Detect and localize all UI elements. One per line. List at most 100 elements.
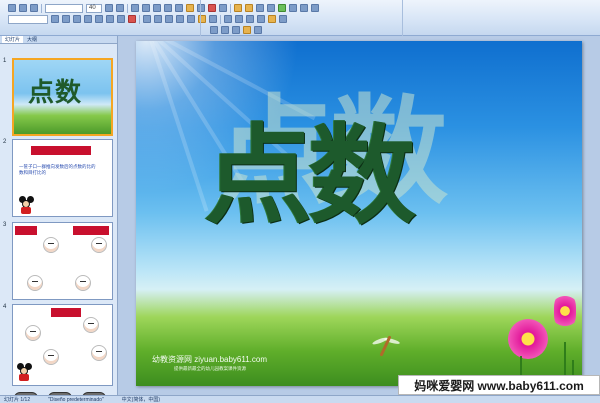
shrink-font-icon[interactable] — [116, 4, 124, 12]
thumbnail-title: 点数 — [28, 78, 83, 108]
separator — [139, 14, 140, 24]
slide-editor: 点数 点数 幼教资源网 ziyuan.baby611.com 提供最新最全的幼儿… — [118, 36, 600, 395]
tab-slides[interactable]: 幻灯片 — [2, 36, 24, 43]
sheep-image — [83, 317, 99, 333]
outdent-icon[interactable] — [164, 4, 172, 12]
thumbnail-title-bar — [31, 146, 91, 155]
slide-number: 1 — [3, 58, 7, 64]
sheep-image — [91, 237, 107, 253]
font-combo-2[interactable] — [8, 14, 48, 24]
slide-number: 2 — [3, 139, 7, 145]
slide-number: 4 — [3, 304, 7, 310]
slide-counter: 幻灯片 1/12 — [4, 397, 31, 403]
arrow-icon[interactable] — [235, 15, 243, 23]
shape-effects-icon[interactable] — [279, 15, 287, 23]
slide-thumbnail-3[interactable] — [12, 222, 113, 300]
theme-name: "Diseño predeterminado" — [48, 397, 104, 403]
sheep-image — [43, 237, 59, 253]
strikethrough-icon[interactable] — [84, 15, 92, 23]
numbering-icon[interactable] — [142, 4, 150, 12]
change-case-icon[interactable] — [117, 15, 125, 23]
slide-thumbnail-1[interactable]: 点数 — [12, 58, 113, 136]
grow-font-icon[interactable] — [105, 4, 113, 12]
align-center-icon[interactable] — [154, 15, 162, 23]
rectangle-icon[interactable] — [246, 15, 254, 23]
format-icon[interactable] — [210, 26, 218, 34]
sheep-image — [91, 345, 107, 361]
paint-icon[interactable] — [243, 26, 251, 34]
layout-icon[interactable] — [245, 4, 253, 12]
indent-icon[interactable] — [153, 4, 161, 12]
shapes-icon[interactable] — [256, 4, 264, 12]
sheep-image — [75, 275, 91, 291]
shadow-icon[interactable] — [95, 15, 103, 23]
bold-icon[interactable] — [51, 15, 59, 23]
font-size-combo[interactable]: 40 — [86, 3, 102, 13]
sheep-image — [27, 275, 43, 291]
red-bar — [15, 226, 37, 235]
thumbnail-text: 一筐子口一群推向发数后的点数的比的数和目打比的 — [19, 164, 96, 175]
char-spacing-icon[interactable] — [106, 15, 114, 23]
undo-icon[interactable] — [208, 4, 216, 12]
site-banner: 妈咪爱婴网 www.baby611.com — [398, 375, 600, 395]
italic-icon[interactable] — [62, 15, 70, 23]
language: 中文(简体，中国) — [121, 397, 160, 403]
mickey-mouse-image — [17, 363, 32, 381]
select-icon[interactable] — [311, 4, 319, 12]
slide-number: 3 — [3, 222, 7, 228]
flower-image — [508, 319, 548, 359]
divider — [200, 0, 201, 36]
justify-icon[interactable] — [176, 15, 184, 23]
slide-thumbnail-4[interactable] — [12, 304, 113, 386]
smartart-icon[interactable] — [209, 15, 217, 23]
align-left-icon[interactable] — [143, 15, 151, 23]
toolbar-row-3 — [210, 25, 262, 35]
pane-tabs: 幻灯片 大纲 — [0, 36, 117, 44]
watermark-subtext: 提供最新最全的幼儿园教案课件资源 — [174, 366, 246, 371]
font-color-icon[interactable] — [128, 15, 136, 23]
line-icon[interactable] — [224, 15, 232, 23]
sheep-image — [43, 349, 59, 365]
oval-icon[interactable] — [257, 15, 265, 23]
save-icon[interactable] — [30, 4, 38, 12]
current-slide[interactable]: 点数 点数 幼教资源网 ziyuan.baby611.com 提供最新最全的幼儿… — [136, 41, 582, 386]
separator — [230, 3, 231, 13]
toolbar-row-2 — [8, 14, 287, 24]
toolbar-row-1: 40 — [8, 3, 319, 13]
divider — [402, 0, 403, 36]
dragonfly-image — [368, 329, 404, 359]
new-slide-icon[interactable] — [234, 4, 242, 12]
flower-image — [554, 293, 576, 329]
status-bar: 幻灯片 1/12 "Diseño predeterminado" 中文(简体，中… — [0, 395, 600, 403]
font-name-combo[interactable] — [45, 3, 83, 13]
watermark-text: 幼教资源网 ziyuan.baby611.com — [152, 355, 268, 364]
separator — [127, 3, 128, 13]
bullets-icon[interactable] — [131, 4, 139, 12]
sheep-image — [25, 325, 41, 341]
text-direction-icon[interactable] — [197, 4, 205, 12]
red-bar — [73, 226, 109, 235]
redo-icon[interactable] — [219, 4, 227, 12]
tab-outline[interactable]: 大纲 — [24, 36, 40, 43]
slide-thumbnail-2[interactable]: 一筐子口一群推向发数后的点数的比的数和目打比的 — [12, 139, 113, 217]
columns-icon[interactable] — [187, 15, 195, 23]
replace-icon[interactable] — [300, 4, 308, 12]
separator — [220, 14, 221, 24]
underline-icon[interactable] — [73, 15, 81, 23]
zoom-icon[interactable] — [254, 26, 262, 34]
slide-title[interactable]: 点数 — [204, 123, 416, 231]
arrange-icon[interactable] — [267, 4, 275, 12]
open-icon[interactable] — [19, 4, 27, 12]
ribbon-toolbar: 40 — [0, 0, 600, 36]
shape-outline-icon[interactable] — [268, 15, 276, 23]
order-icon[interactable] — [232, 26, 240, 34]
separator — [41, 3, 42, 13]
shape-fill-icon[interactable] — [186, 4, 194, 12]
new-icon[interactable] — [8, 4, 16, 12]
line-spacing-icon[interactable] — [175, 4, 183, 12]
group-icon[interactable] — [221, 26, 229, 34]
align-right-icon[interactable] — [165, 15, 173, 23]
find-icon[interactable] — [289, 4, 297, 12]
thumbnail-list: 1 点数 2 一筐子口一群推向发数后的点数的比的数和目打比的 3 4 — [2, 46, 116, 403]
quick-styles-icon[interactable] — [278, 4, 286, 12]
